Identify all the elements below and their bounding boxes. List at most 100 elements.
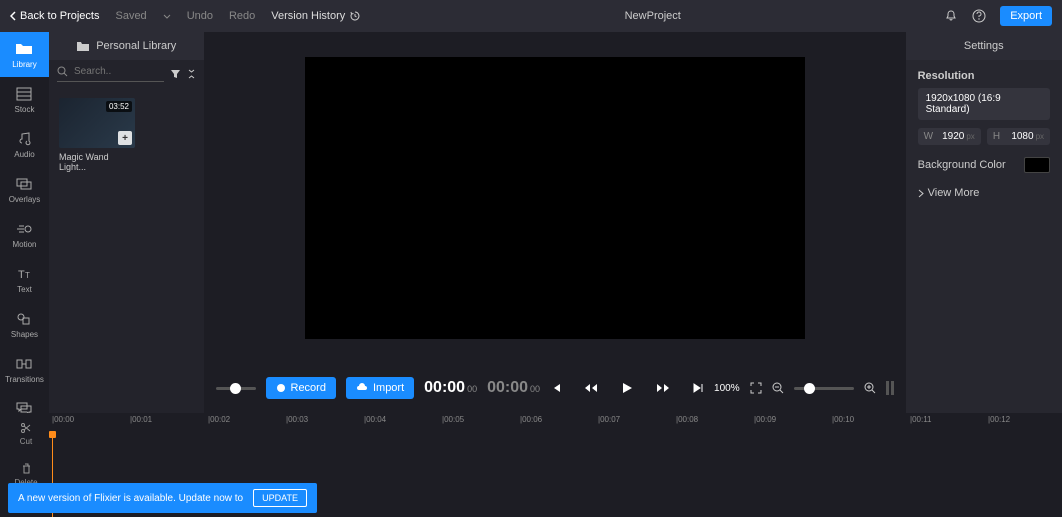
timeline-tick: |00:08 [676, 415, 698, 424]
scissors-icon [20, 421, 32, 435]
transitions-icon [16, 355, 32, 373]
viewmore-label: View More [928, 187, 980, 199]
clip-title: Magic Wand Light... [59, 152, 135, 172]
saved-status: Saved [115, 10, 146, 22]
library-title: Personal Library [96, 40, 176, 52]
back-label: Back to Projects [20, 10, 99, 22]
sidebar-label: Audio [14, 150, 34, 159]
sidebar-item-text[interactable]: TTText [0, 257, 49, 302]
svg-text:T: T [25, 271, 30, 280]
timeline-tick: |00:02 [208, 415, 230, 424]
timeline-fit-icon[interactable] [886, 381, 894, 395]
stock-icon [16, 85, 32, 103]
rewind-icon[interactable] [584, 382, 598, 394]
fullscreen-icon[interactable] [750, 382, 762, 394]
timeline-tick: |00:12 [988, 415, 1010, 424]
filter-icon[interactable] [170, 69, 181, 79]
export-button[interactable]: Export [1000, 6, 1052, 26]
preview-area [204, 32, 906, 363]
sidebar-item-motion[interactable]: Motion [0, 212, 49, 257]
play-icon[interactable] [620, 381, 634, 395]
sort-icon[interactable] [187, 69, 196, 79]
cut-button[interactable]: Cut [0, 413, 52, 454]
settings-panel: Settings Resolution 1920x1080 (16:9 Stan… [906, 32, 1062, 413]
settings-title: Settings [906, 32, 1062, 60]
redo-button[interactable]: Redo [229, 10, 255, 22]
forward-icon[interactable] [656, 382, 670, 394]
motion-icon [16, 220, 32, 238]
sidebar-item-library[interactable]: Library [0, 32, 49, 77]
timeline-tick: |00:04 [364, 415, 386, 424]
timeline-tick: |00:07 [598, 415, 620, 424]
zoom-out-icon[interactable] [772, 382, 784, 394]
notifications-icon[interactable] [944, 9, 958, 23]
search-icon [57, 66, 68, 77]
timeline-tick: |00:00 [52, 415, 74, 424]
zoom-slider[interactable] [794, 387, 854, 390]
timeline-tick: |00:09 [754, 415, 776, 424]
resolution-label: Resolution [918, 70, 1050, 82]
version-history-button[interactable]: Version History [271, 10, 361, 22]
view-more-button[interactable]: View More [918, 187, 1050, 199]
sidebar-item-shapes[interactable]: Shapes [0, 302, 49, 347]
folder-icon [76, 41, 90, 52]
volume-slider[interactable] [216, 387, 256, 390]
back-to-projects-button[interactable]: Back to Projects [10, 10, 99, 22]
sidebar-label: Shapes [11, 330, 38, 339]
search-box[interactable] [57, 66, 164, 82]
center-panel: Record Import 00:0000 00:0000 100% [204, 32, 906, 413]
update-banner: A new version of Flixier is available. U… [8, 483, 317, 513]
sidebar-label: Library [12, 60, 36, 69]
add-clip-icon[interactable]: + [118, 131, 132, 145]
bgcolor-swatch[interactable] [1024, 157, 1050, 173]
overlays-icon [16, 175, 32, 193]
music-icon [17, 130, 31, 148]
skip-end-icon[interactable] [692, 382, 704, 394]
bgcolor-label: Background Color [918, 159, 1006, 171]
record-icon [276, 383, 286, 393]
import-button[interactable]: Import [346, 377, 414, 399]
sidebar-label: Stock [14, 105, 34, 114]
resolution-dropdown[interactable]: 1920x1080 (16:9 Standard) [918, 88, 1050, 120]
search-input[interactable] [74, 66, 164, 77]
clip-thumbnail[interactable]: 03:52 + [59, 98, 135, 148]
sidebar-item-audio[interactable]: Audio [0, 122, 49, 167]
sidebar-item-transitions[interactable]: Transitions [0, 347, 49, 392]
shapes-icon [17, 310, 31, 328]
project-title[interactable]: NewProject [361, 10, 944, 22]
sidebar: Library Stock Audio Overlays Motion TTTe… [0, 32, 49, 413]
sidebar-label: Motion [12, 240, 36, 249]
update-button[interactable]: UPDATE [253, 489, 307, 507]
timeline-tick: |00:01 [130, 415, 152, 424]
undo-button[interactable]: Undo [187, 10, 213, 22]
version-history-label: Version History [271, 10, 345, 22]
timeline-tick: |00:06 [520, 415, 542, 424]
library-header[interactable]: Personal Library [49, 32, 204, 60]
timeline-tick: |00:05 [442, 415, 464, 424]
svg-text:T: T [18, 269, 25, 280]
timeline-tick: |00:10 [832, 415, 854, 424]
zoom-in-icon[interactable] [864, 382, 876, 394]
record-label: Record [291, 382, 326, 394]
zoom-value: 100% [714, 383, 740, 394]
timeline-ruler[interactable]: |00:00|00:01|00:02|00:03|00:04|00:05|00:… [52, 413, 1062, 431]
current-time: 00:0000 [424, 379, 477, 397]
skip-start-icon[interactable] [550, 382, 562, 394]
trash-icon [21, 462, 32, 476]
sidebar-item-stock[interactable]: Stock [0, 77, 49, 122]
width-input[interactable]: W1920px [918, 128, 981, 145]
text-icon: TT [17, 265, 31, 283]
help-icon[interactable] [972, 9, 986, 23]
tool-label: Cut [20, 437, 32, 446]
record-button[interactable]: Record [266, 377, 336, 399]
clip-duration: 03:52 [106, 101, 132, 112]
media-clip[interactable]: 03:52 + Magic Wand Light... [59, 98, 135, 172]
timeline-tick: |00:11 [910, 415, 932, 424]
height-input[interactable]: H1080px [987, 128, 1050, 145]
saved-dropdown-icon[interactable] [163, 14, 171, 19]
sidebar-label: Transitions [5, 375, 44, 384]
update-text: A new version of Flixier is available. U… [18, 493, 243, 504]
sidebar-item-overlays[interactable]: Overlays [0, 167, 49, 212]
cloud-icon [356, 383, 368, 393]
video-canvas[interactable] [305, 57, 805, 339]
